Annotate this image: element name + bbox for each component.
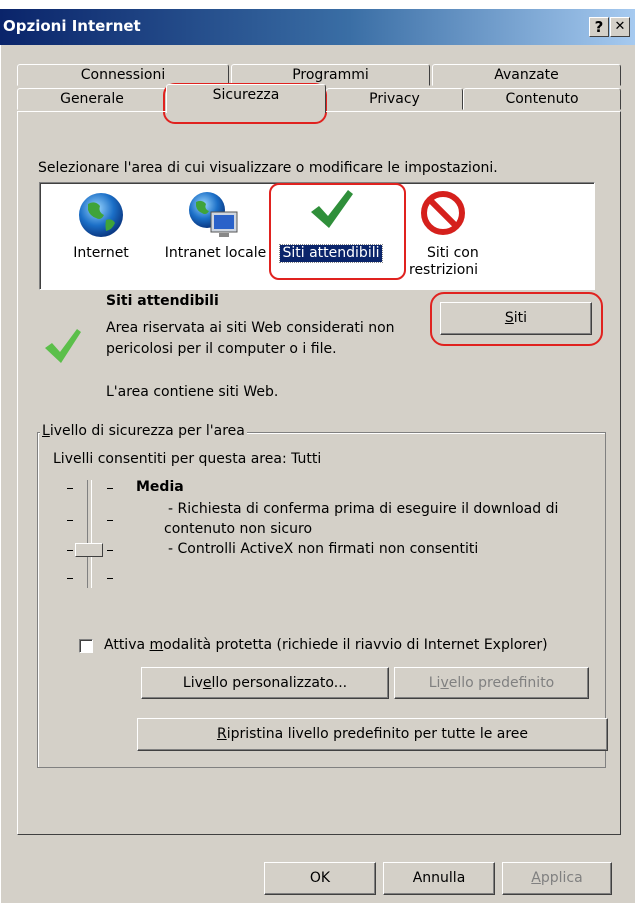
zone-restricted-line2: restrizioni [409,262,479,278]
security-slider[interactable] [60,480,120,590]
cancel-button[interactable]: Annulla [383,862,495,895]
reset-key: R [216,726,227,742]
level-bullet-2: - Controlli ActiveX non firmati non cons… [168,541,479,557]
highlight-sites [430,292,603,346]
protected-mode-label[interactable]: Attiva modalità protetta (richiede il ri… [104,637,548,653]
default-rest: ello predefinito [448,675,555,691]
protected-mode-checkbox[interactable] [79,639,93,653]
legend-text: ivello di sicurezza per l'area [49,423,245,439]
default-pre: Li [428,675,441,691]
zone-contains-text: L'area contiene siti Web. [106,384,279,400]
zone-intranet[interactable]: Intranet locale [158,245,273,262]
custom-level-button[interactable]: Livello personalizzato... [141,667,389,699]
ok-button[interactable]: OK [264,862,376,895]
zone-restricted[interactable]: Siti con restrizioni [409,245,483,279]
selected-zone-title: Siti attendibili [106,293,219,309]
level-bullet-1b: contenuto non sicuro [164,521,313,537]
tab-avanzate[interactable]: Avanzate [432,64,621,86]
default-key: v [440,675,449,691]
group-legend: Livello di sicurezza per l'area [40,423,247,439]
tab-sicurezza[interactable]: Sicurezza [166,84,326,113]
highlight-zone [269,183,406,280]
selected-zone-desc-2: pericolosi per il computer o i file. [106,341,337,357]
reset-all-zones-button[interactable]: Ripristina livello predefinito per tutte… [137,718,608,751]
custom-pre: Liv [182,675,203,691]
allowed-levels: Livelli consentiti per questa area: Tutt… [53,451,322,467]
globe-icon [79,193,123,237]
tab-contenuto[interactable]: Contenuto [463,88,621,110]
window-title: Opzioni Internet [3,17,141,35]
zone-instruction: Selezionare l'area di cui visualizzare o… [38,160,498,176]
selected-zone-desc-1: Area riservata ai siti Web considerati n… [106,320,395,336]
tab-privacy[interactable]: Privacy [326,88,463,110]
checkmark-icon [45,329,81,363]
apply-button[interactable]: Applica [502,862,612,895]
pm-key: m [149,637,164,653]
level-bullet-1a: - Richiesta di conferma prima di eseguir… [168,501,559,517]
zone-internet[interactable]: Internet [68,245,134,262]
apply-key: A [531,870,541,886]
close-button[interactable]: ✕ [610,17,630,37]
zone-restricted-line1: Siti con [427,245,479,261]
restricted-icon [421,191,465,235]
level-name: Media [136,479,184,495]
default-level-button[interactable]: Livello predefinito [394,667,589,699]
apply-rest: pplica [540,870,583,886]
tab-generale[interactable]: Generale [17,88,167,110]
intranet-icon [189,192,238,237]
legend-accel: L [42,423,50,439]
reset-rest: ipristina livello predefinito per tutte … [226,726,529,742]
slider-thumb[interactable] [75,543,103,557]
help-button[interactable]: ? [589,17,609,37]
pm-pre: Attiva [104,637,150,653]
custom-key: e [202,675,212,691]
custom-rest: llo personalizzato... [211,675,348,691]
pm-rest: odalità protetta (richiede il riavvio di… [163,637,548,653]
title-bar[interactable]: Opzioni Internet ? ✕ [0,9,635,45]
